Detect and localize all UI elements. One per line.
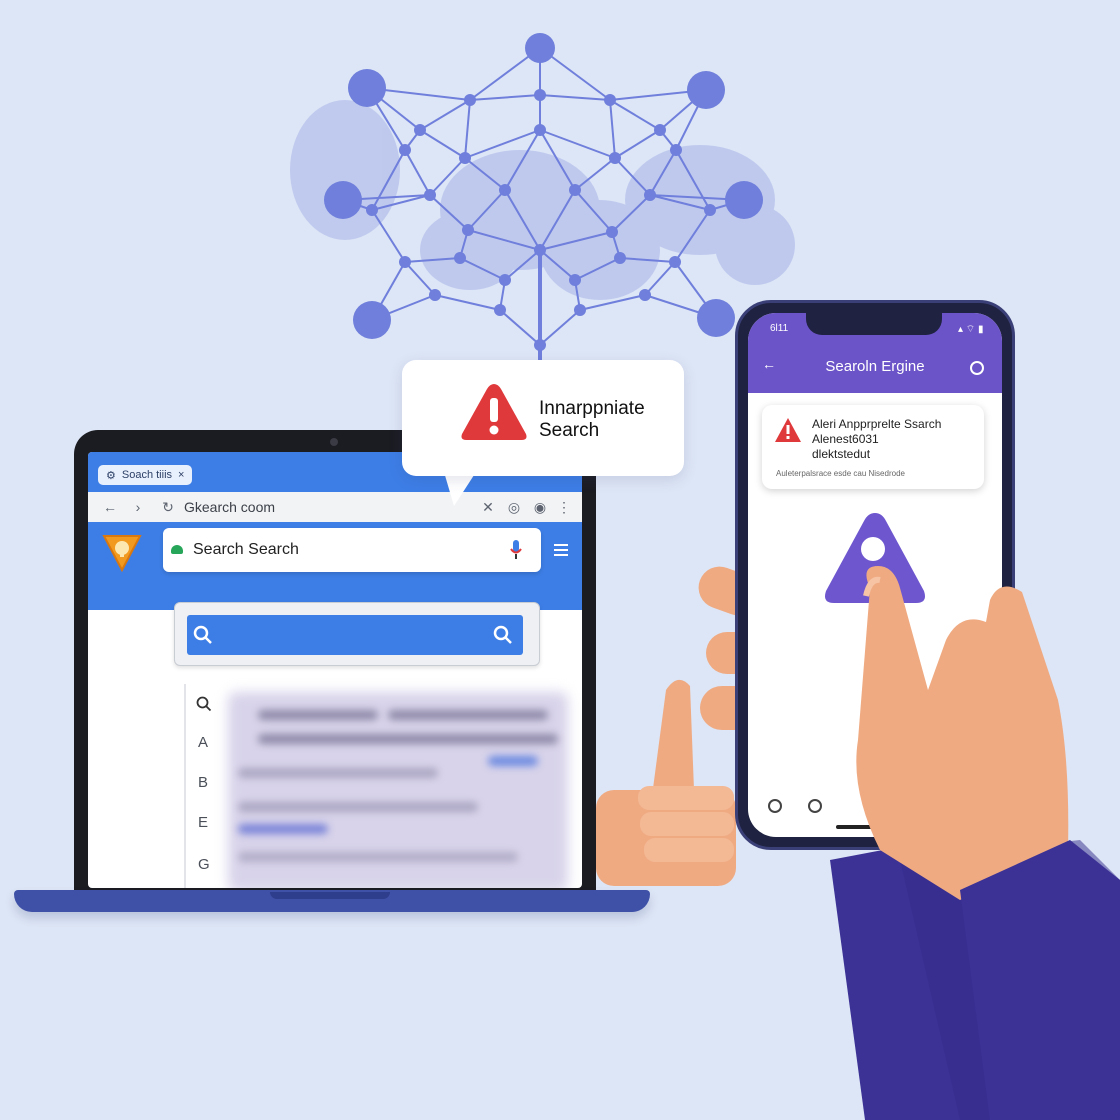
warning-triangle-icon: [461, 384, 527, 440]
pointing-hand: [856, 566, 1120, 1120]
alert-title: Innarppniate Search: [539, 398, 645, 442]
inappropriate-search-alert: Innarppniate Search: [402, 360, 684, 476]
speech-bubble-tail: [444, 472, 476, 506]
alert-title-line-2: Search: [539, 420, 600, 441]
alert-title-line-1: Innarppniate: [539, 398, 645, 419]
